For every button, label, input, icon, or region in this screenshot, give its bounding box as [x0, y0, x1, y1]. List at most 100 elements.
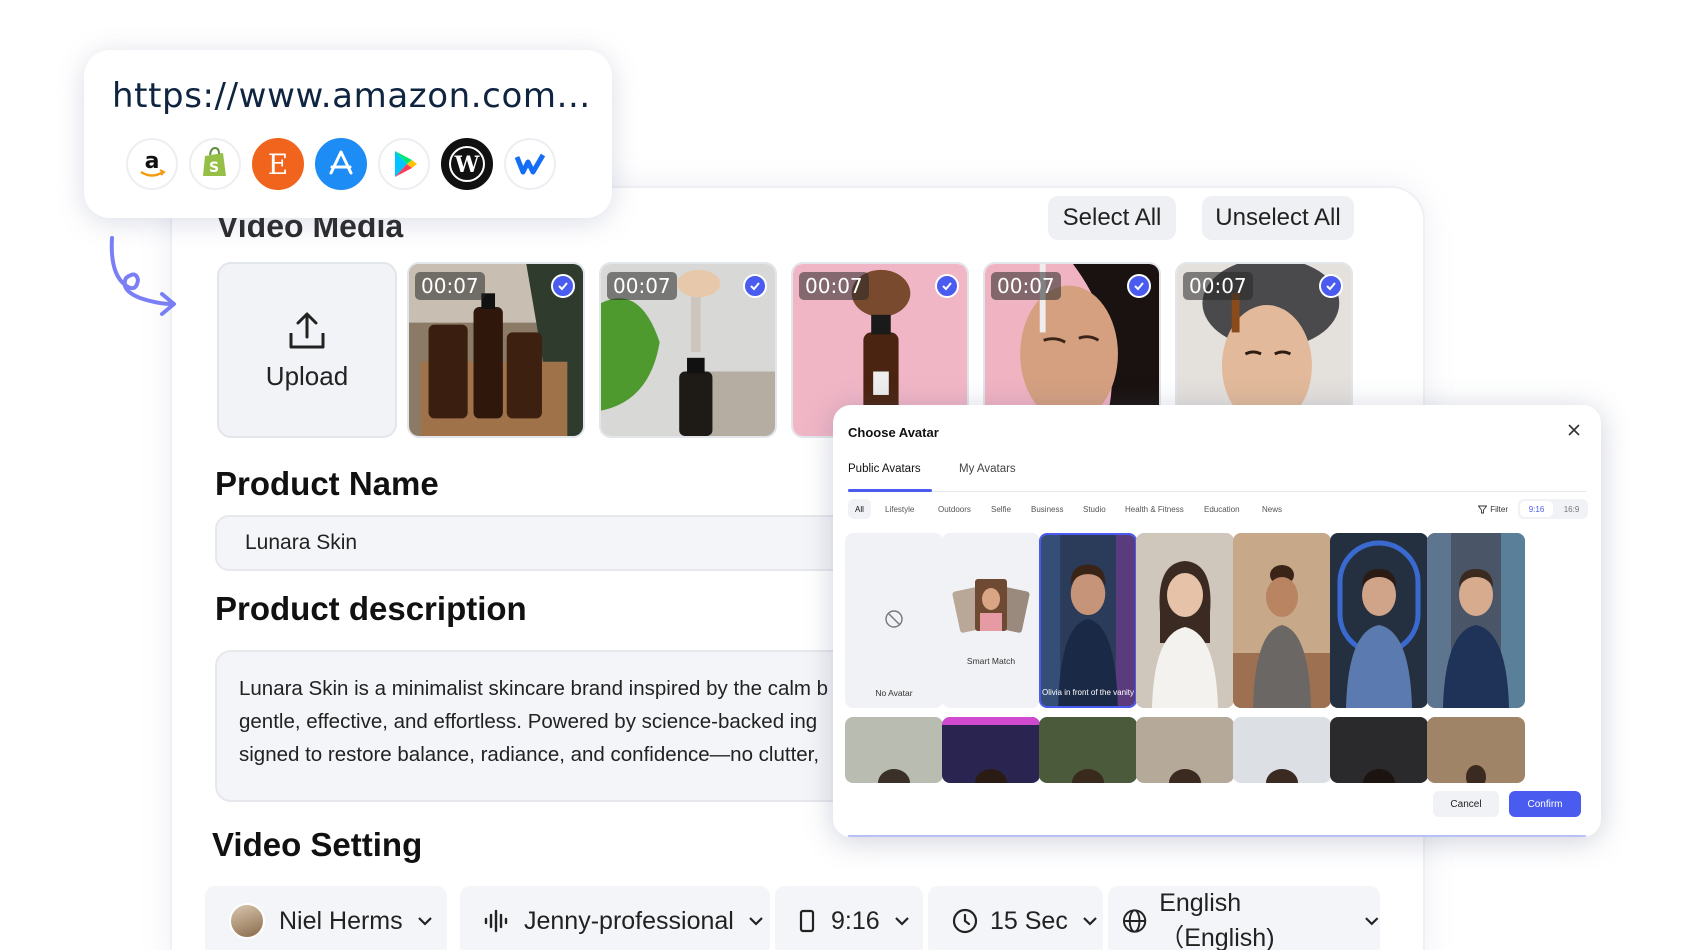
avatar-thumbnail [1041, 535, 1135, 706]
avatar-thumbnail [1427, 533, 1525, 708]
app-store-icon[interactable] [315, 138, 367, 190]
filter-chip-health-fitness[interactable]: Health & Fitness [1118, 499, 1191, 519]
modal-title: Choose Avatar [848, 425, 939, 440]
product-url[interactable]: https://www.amazon.com... [112, 76, 591, 116]
voice-select[interactable]: Jenny-professional [460, 886, 770, 950]
smart-match-option[interactable]: Smart Match [942, 533, 1040, 708]
product-description-input[interactable]: Lunara Skin is a minimalist skincare bra… [215, 650, 895, 802]
etsy-icon[interactable]: E [252, 138, 304, 190]
media-clip[interactable]: 00:07 [599, 262, 777, 438]
language-value: English（English) [1159, 888, 1275, 950]
chevron-down-icon [417, 917, 432, 926]
amazon-icon[interactable]: a [126, 138, 178, 190]
clip-duration: 00:07 [991, 272, 1061, 300]
video-setting-title: Video Setting [212, 826, 423, 863]
voice-name: Jenny-professional [524, 906, 734, 935]
clock-icon [952, 908, 978, 934]
modal-divider [848, 835, 1586, 837]
clip-duration: 00:07 [415, 272, 485, 300]
no-avatar-option[interactable]: No Avatar [845, 533, 943, 708]
filter-chip-lifestyle[interactable]: Lifestyle [878, 499, 921, 519]
svg-text:W: W [454, 152, 480, 178]
filter-label: Filter [1490, 504, 1508, 514]
select-all-button[interactable]: Select All [1048, 196, 1176, 240]
filter-icon [1478, 505, 1488, 513]
tab-my-avatars[interactable]: My Avatars [959, 463, 1016, 475]
avatar-caption: Olivia in front of the vanity [1041, 688, 1135, 697]
filter-chip-news[interactable]: News [1255, 499, 1289, 519]
filter-chip-education[interactable]: Education [1197, 499, 1247, 519]
phone-icon [799, 909, 815, 933]
unselect-all-button[interactable]: Unselect All [1202, 196, 1354, 240]
modal-footer: Cancel Confirm [833, 773, 1601, 837]
avatar-thumbnail [1233, 533, 1331, 708]
description-line: signed to restore balance, radiance, and… [239, 743, 820, 766]
ratio-option-9-16[interactable]: 9:16 [1520, 501, 1553, 517]
check-icon[interactable] [1319, 274, 1343, 298]
url-card: https://www.amazon.com... a S E W [84, 50, 612, 218]
smart-match-cards [952, 579, 1030, 633]
language-select[interactable]: English（English) [1108, 886, 1380, 950]
active-tab-indicator [848, 489, 932, 492]
chevron-down-icon [1083, 917, 1097, 926]
upload-label: Upload [265, 360, 349, 391]
product-name-title: Product Name [215, 465, 439, 502]
ratio-toggle[interactable]: 9:16 16:9 [1518, 499, 1588, 519]
check-icon[interactable] [551, 274, 575, 298]
check-icon[interactable] [1127, 274, 1151, 298]
choose-avatar-modal: Choose Avatar Public Avatars My Avatars … [833, 405, 1601, 837]
clip-duration: 00:07 [607, 272, 677, 300]
no-avatar-icon [885, 610, 903, 628]
product-name-input[interactable]: Lunara Skin [215, 515, 895, 571]
category-filters: All Lifestyle Outdoors Selfie Business S… [848, 499, 1588, 519]
avatar-name: Niel Herms [279, 906, 403, 935]
smart-match-label: Smart Match [966, 656, 1016, 666]
ratio-value: 9:16 [831, 906, 880, 935]
wordpress-icon[interactable]: W [441, 138, 493, 190]
cancel-button[interactable]: Cancel [1433, 791, 1499, 817]
svg-text:E: E [268, 148, 288, 181]
upload-button[interactable]: Upload [217, 262, 397, 438]
duration-select[interactable]: 15 Sec [928, 886, 1103, 950]
avatar-option-selected[interactable]: Olivia in front of the vanity [1039, 533, 1137, 708]
description-line: gentle, effective, and effortless. Power… [239, 710, 818, 733]
chevron-down-icon [894, 917, 909, 926]
shopify-icon[interactable]: S [189, 138, 241, 190]
check-icon[interactable] [935, 274, 959, 298]
avatar-option[interactable] [1136, 533, 1234, 708]
clip-duration: 00:07 [1183, 272, 1253, 300]
confirm-button[interactable]: Confirm [1509, 791, 1581, 817]
avatar-option[interactable] [1427, 533, 1525, 708]
canvas: https://www.amazon.com... a S E W Video … [0, 0, 1692, 950]
filter-chip-business[interactable]: Business [1024, 499, 1070, 519]
close-icon[interactable] [1567, 423, 1581, 437]
filter-chip-all[interactable]: All [848, 499, 871, 519]
filter-chip-selfie[interactable]: Selfie [984, 499, 1018, 519]
platform-logos: a S E W [126, 138, 556, 190]
chevron-down-icon [749, 917, 763, 926]
media-clip[interactable]: 00:07 [407, 262, 585, 438]
tab-public-avatars[interactable]: Public Avatars [848, 463, 921, 475]
google-play-icon[interactable] [378, 138, 430, 190]
chevron-down-icon [1365, 917, 1379, 926]
description-line: Lunara Skin is a minimalist skincare bra… [239, 677, 829, 700]
avatar-select[interactable]: Niel Herms [205, 886, 447, 950]
avatar-thumbnail [1136, 533, 1234, 708]
avatar-option[interactable] [1330, 533, 1428, 708]
avatar [229, 903, 265, 939]
filter-chip-studio[interactable]: Studio [1076, 499, 1113, 519]
avatar-option[interactable] [1233, 533, 1331, 708]
check-icon[interactable] [743, 274, 767, 298]
webflow-icon[interactable] [504, 138, 556, 190]
ratio-select[interactable]: 9:16 [775, 886, 923, 950]
filter-button[interactable]: Filter [1478, 499, 1508, 519]
ratio-option-16-9[interactable]: 16:9 [1555, 499, 1588, 519]
product-description-title: Product description [215, 590, 527, 627]
avatar-grid: No Avatar Smart Match Olivia in front of… [845, 533, 1591, 783]
avatar-tabs: Public Avatars My Avatars [848, 463, 1586, 492]
clip-duration: 00:07 [799, 272, 869, 300]
filter-chip-outdoors[interactable]: Outdoors [931, 499, 978, 519]
curly-arrow-icon [109, 236, 176, 316]
globe-icon [1122, 909, 1147, 933]
no-avatar-label: No Avatar [875, 688, 913, 698]
